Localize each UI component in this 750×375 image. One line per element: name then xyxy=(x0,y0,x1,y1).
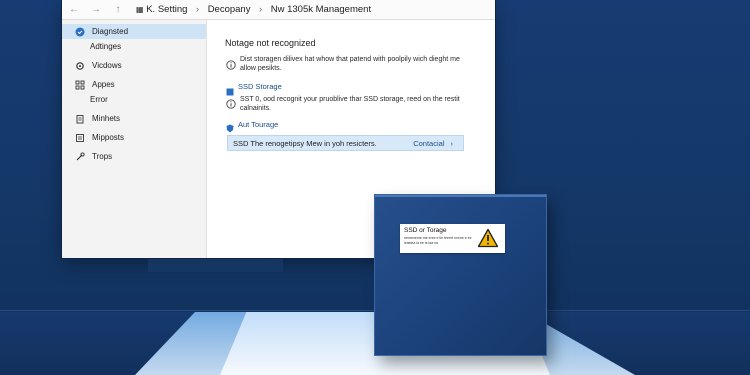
description-text: Dist storagen dilivex hat whow that pate… xyxy=(240,56,460,72)
sidebar: Diagnsted Adtinges Vicdows Appes Error M… xyxy=(62,20,207,258)
warning-icon xyxy=(477,228,499,248)
sidebar-item-label: Minhets xyxy=(92,114,121,123)
back-button[interactable]: ← xyxy=(66,4,82,15)
notice-banner[interactable]: SSD The renogetipsy Mew in yoh resicters… xyxy=(227,135,464,151)
breadcrumb-item[interactable]: Decopany xyxy=(208,4,251,15)
sidebar-item-mipposts[interactable]: Mipposts xyxy=(62,130,206,145)
shield-icon xyxy=(226,120,234,133)
device-edge-highlight xyxy=(375,195,546,197)
sidebar-item-adtinges[interactable]: Adtinges xyxy=(62,39,206,54)
breadcrumb: ▦ K. Setting › Decopany › Nw 1305k Manag… xyxy=(136,4,371,15)
breadcrumb-item[interactable]: Nw 1305k Management xyxy=(271,4,371,15)
shield-icon xyxy=(74,26,86,38)
sidebar-item-vicdows[interactable]: Vicdows xyxy=(62,58,206,73)
info-icon xyxy=(226,57,236,70)
sidebar-item-label: Appes xyxy=(92,80,115,89)
sidebar-item-label: Trops xyxy=(92,152,113,161)
sidebar-item-error[interactable]: Error xyxy=(62,92,206,107)
sidebar-item-trops[interactable]: Trops xyxy=(62,149,206,164)
auto-tourage-title[interactable]: Aut Tourage xyxy=(238,120,278,129)
up-button[interactable]: ↑ xyxy=(110,4,126,15)
sidebar-item-label: Vicdows xyxy=(92,61,122,70)
sidebar-item-label: Adtinges xyxy=(90,42,122,51)
contact-link[interactable]: Contacial xyxy=(413,139,444,148)
device-label-title: SSD or Torage xyxy=(404,227,447,234)
device-label: SSD or Torage nenrenenre nie eree e tie … xyxy=(400,224,505,253)
monitor-stand xyxy=(148,258,283,272)
wrench-icon xyxy=(74,151,86,163)
gear-icon xyxy=(74,60,86,72)
disk-icon xyxy=(226,83,234,96)
forward-button[interactable]: → xyxy=(88,4,104,15)
ssd-storage-title[interactable]: SSD Storage xyxy=(238,82,282,91)
ssd-description: SST 0, ood recognit your pruoblive thar … xyxy=(240,96,460,112)
chevron-right-icon: › xyxy=(259,4,263,14)
list-icon xyxy=(74,132,86,144)
chevron-right-icon: › xyxy=(196,4,200,14)
sidebar-item-label: Diagnsted xyxy=(92,27,129,36)
info-icon xyxy=(226,96,236,109)
sidebar-item-minhets[interactable]: Minhets xyxy=(62,111,206,126)
sidebar-item-label: Error xyxy=(90,95,108,104)
clipboard-icon xyxy=(74,113,86,125)
device-label-fine-print: nenrenenre nie eree e tie feeert nnnne e… xyxy=(404,236,472,245)
ssd-device: SSD or Torage nenrenenre nie eree e tie … xyxy=(374,194,547,356)
breadcrumb-item[interactable]: K. Setting xyxy=(146,4,187,15)
title-bar: ← → ↑ ▦ K. Setting › Decopany › Nw 1305k… xyxy=(62,0,495,20)
page-title: Notage not recognized xyxy=(225,38,316,48)
grid-icon xyxy=(74,79,86,91)
sidebar-item-diagnsted[interactable]: Diagnsted xyxy=(62,24,206,39)
sidebar-item-appes[interactable]: Appes xyxy=(62,77,206,92)
notice-text: SSD The renogetipsy Mew in yoh resicters… xyxy=(233,138,377,148)
chevron-right-icon[interactable]: › xyxy=(451,139,454,148)
sidebar-item-label: Mipposts xyxy=(92,133,125,142)
home-icon: ▦ xyxy=(136,5,144,14)
